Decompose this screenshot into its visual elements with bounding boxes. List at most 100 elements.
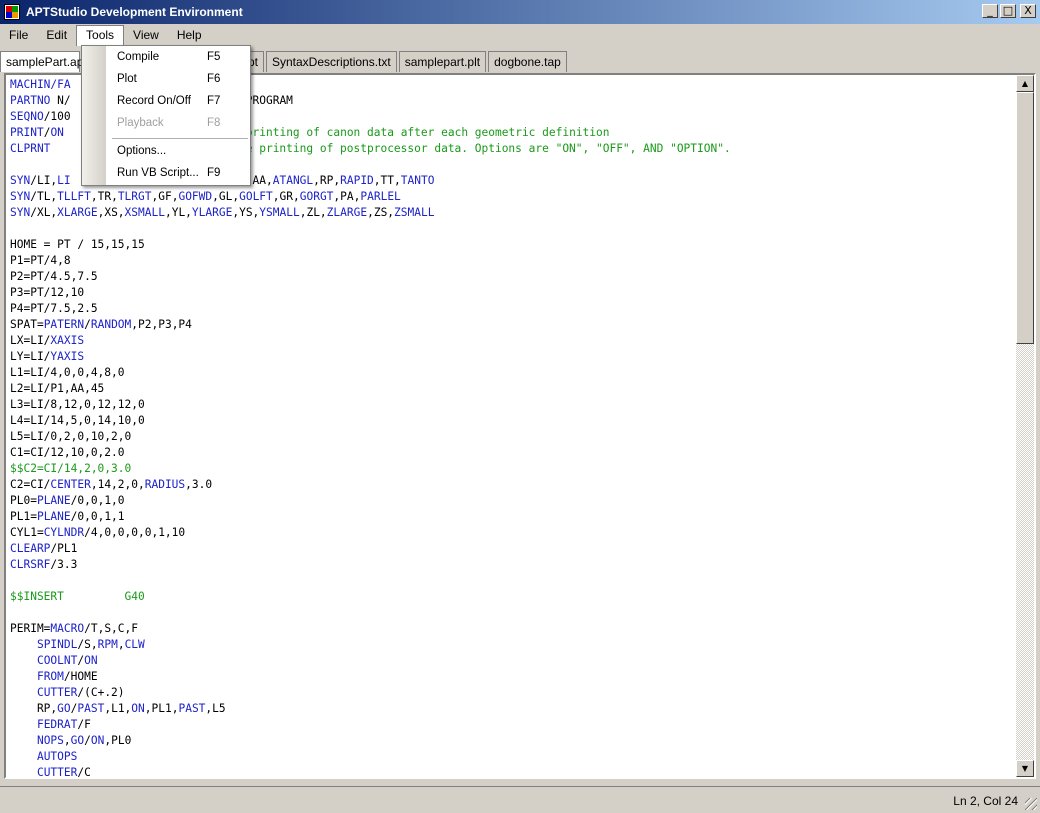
code-comment: $$C2=CI/14,2,0,3.0 <box>10 462 132 475</box>
code-keyword: RPM <box>97 638 118 651</box>
code-token: PL0= <box>10 494 37 507</box>
scroll-thumb[interactable] <box>1016 92 1034 344</box>
code-line: $$INSERT G40 <box>10 589 1016 605</box>
code-keyword: CLPRNT <box>10 142 51 155</box>
scroll-down-icon[interactable]: ▼ <box>1016 760 1034 777</box>
code-keyword: AUTOPS <box>36 750 78 763</box>
code-keyword: CENTER <box>50 478 91 491</box>
code-keyword: GO <box>70 734 85 747</box>
code-line: P4=PT/7.5,2.5 <box>10 301 1016 317</box>
code-token: , <box>117 638 125 651</box>
code-line: HOME = PT / 15,15,15 <box>10 237 1016 253</box>
menu-item-plot[interactable]: Plot F6 <box>82 69 250 91</box>
code-line: CLEARP/PL1 <box>10 541 1016 557</box>
code-keyword: GORGT <box>299 190 334 203</box>
tab-syntaxdescriptions-txt[interactable]: SyntaxDescriptions.txt <box>266 51 397 72</box>
code-comment: the printing of postprocessor data. Opti… <box>232 142 731 155</box>
menu-edit[interactable]: Edit <box>37 25 76 45</box>
code-keyword: CYLNDR <box>43 526 85 539</box>
code-token: ,GF, <box>151 190 179 203</box>
code-keyword: GOFWD <box>178 190 213 203</box>
menu-item-options[interactable]: Options... <box>82 141 250 163</box>
close-button[interactable]: X <box>1020 4 1036 18</box>
menu-item-label: Record On/Off <box>117 95 191 107</box>
window-title: APTStudio Development Environment <box>26 5 243 19</box>
code-keyword: TLRGT <box>117 190 152 203</box>
code-token: /S, <box>77 638 98 651</box>
menu-item-label: Plot <box>117 73 137 85</box>
code-keyword: ZLARGE <box>326 206 368 219</box>
code-token: N/ <box>50 94 71 107</box>
code-line: PL1=PLANE/0,0,1,1 <box>10 509 1016 525</box>
code-line: CUTTER/C <box>10 765 1016 777</box>
menu-item-record[interactable]: Record On/Off F7 <box>82 91 250 113</box>
tab-dogbone-tap[interactable]: dogbone.tap <box>488 51 567 72</box>
menu-view[interactable]: View <box>124 25 168 45</box>
app-icon <box>4 4 20 20</box>
resize-grip-icon[interactable] <box>1025 798 1037 810</box>
minimize-button[interactable]: _ <box>982 4 998 18</box>
menu-tools[interactable]: Tools <box>76 25 125 46</box>
menu-item-run-vb-script[interactable]: Run VB Script... F9 <box>82 163 250 185</box>
code-keyword: PATERN <box>43 318 85 331</box>
code-keyword: GO <box>57 702 71 715</box>
tab-samplepart-apt[interactable]: samplePart.apt <box>0 51 87 72</box>
code-token: /C <box>77 766 91 777</box>
code-token: C2=CI/ <box>10 478 51 491</box>
code-keyword: MACHIN/FA <box>10 78 71 91</box>
code-line: NOPS,GO/ON,PL0 <box>10 733 1016 749</box>
code-token: ,ZL, <box>299 206 327 219</box>
code-token: ,PA, <box>333 190 361 203</box>
menu-item-label: Run VB Script... <box>117 167 199 179</box>
code-keyword: TANTO <box>400 174 435 187</box>
code-keyword: CLEARP <box>10 542 51 555</box>
code-line: CYL1=CYLNDR/4,0,0,0,0,1,10 <box>10 525 1016 541</box>
code-keyword: ATANGL <box>272 174 314 187</box>
code-comment: the printing of canon data after each ge… <box>218 126 610 139</box>
vertical-scrollbar[interactable]: ▲ ▼ <box>1016 75 1034 777</box>
code-keyword: RANDOM <box>90 318 132 331</box>
code-keyword: ON <box>131 702 145 715</box>
code-token: ,TR, <box>90 190 118 203</box>
code-keyword: RAPID <box>340 174 374 187</box>
code-keyword: YLARGE <box>191 206 233 219</box>
menu-help[interactable]: Help <box>168 25 211 45</box>
code-token: ,YS, <box>232 206 260 219</box>
menu-file[interactable]: File <box>0 25 37 45</box>
code-token: LY=LI/ <box>10 350 51 363</box>
code-token: /4,0,0,0,0,1,10 <box>84 526 186 539</box>
code-token: ,P2,P3,P4 <box>131 318 192 331</box>
code-keyword: PARLEL <box>360 190 401 203</box>
code-token: ,YL, <box>164 206 192 219</box>
code-keyword: CUTTER <box>36 766 78 777</box>
code-token: /0,0,1,1 <box>70 510 125 523</box>
maximize-button[interactable]: □ <box>1000 4 1016 18</box>
code-token: / <box>84 734 91 747</box>
menu-item-compile[interactable]: Compile F5 <box>82 47 250 69</box>
title-bar[interactable]: APTStudio Development Environment _ □ X <box>0 0 1040 24</box>
code-keyword: ZSMALL <box>394 206 435 219</box>
code-token: ,GR, <box>272 190 300 203</box>
code-line: LY=LI/YAXIS <box>10 349 1016 365</box>
code-line: SPAT=PATERN/RANDOM,P2,P3,P4 <box>10 317 1016 333</box>
code-line: C1=CI/12,10,0,2.0 <box>10 445 1016 461</box>
cursor-position: Ln 2, Col 24 <box>953 794 1018 808</box>
code-token: ,ZS, <box>367 206 395 219</box>
code-line: P2=PT/4.5,7.5 <box>10 269 1016 285</box>
code-keyword: PRINT <box>10 126 44 139</box>
code-line: CLRSRF/3.3 <box>10 557 1016 573</box>
status-bar: Ln 2, Col 24 <box>0 786 1040 813</box>
code-token: PERIM= <box>10 622 51 635</box>
code-keyword: FEDRAT <box>36 718 78 731</box>
code-token: L4=LI/14,5,0,14,10,0 <box>10 414 145 427</box>
code-token: HOME = PT / 15,15,15 <box>10 238 145 251</box>
code-line: RP,GO/PAST,L1,ON,PL1,PAST,L5 <box>10 701 1016 717</box>
code-keyword: XLARGE <box>57 206 98 219</box>
scroll-up-icon[interactable]: ▲ <box>1016 75 1034 92</box>
menu-item-label: Options... <box>117 145 167 157</box>
tab-samplepart-plt[interactable]: samplepart.plt <box>398 51 487 72</box>
